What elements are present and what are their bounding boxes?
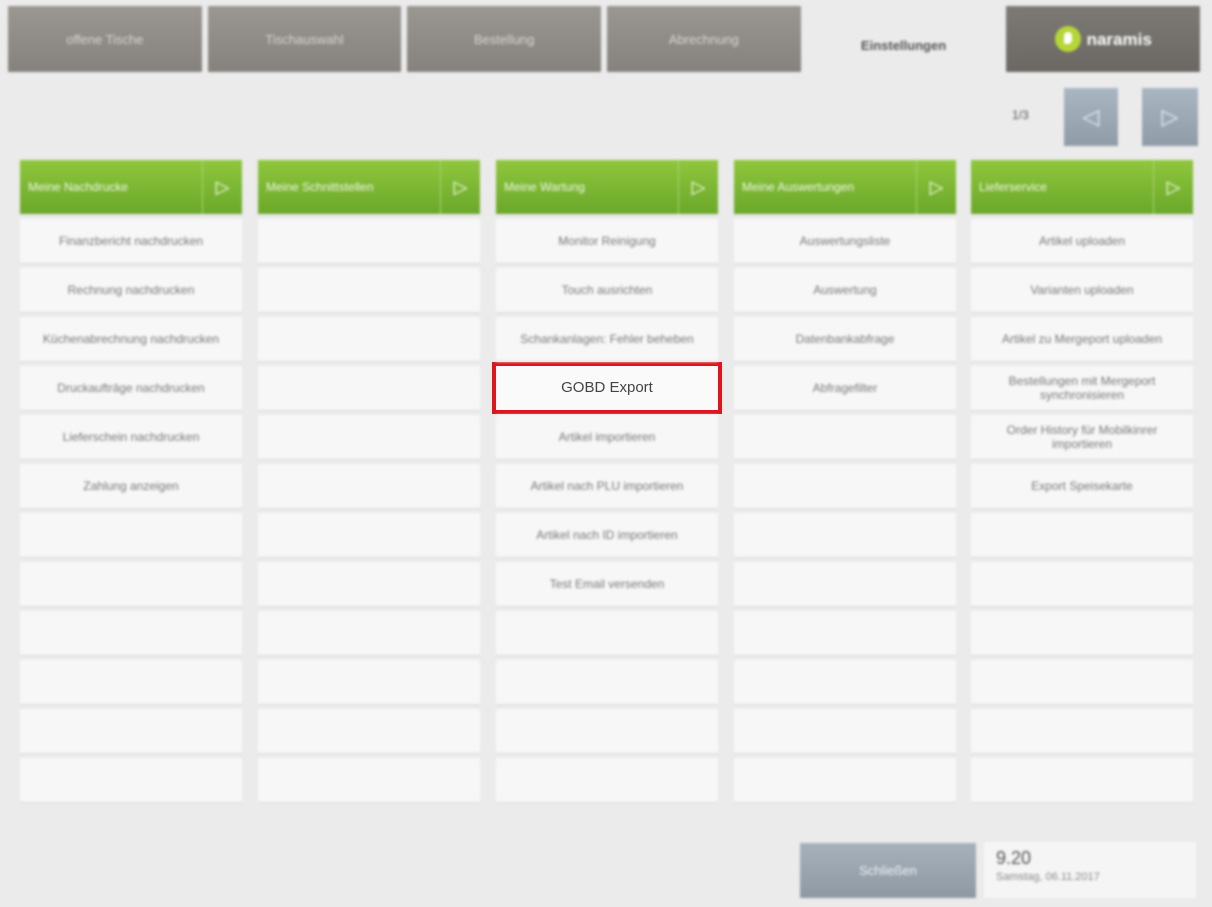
menu-item[interactable]: Datenbankabfrage [734, 317, 956, 361]
menu-item[interactable]: Artikel importieren [496, 415, 718, 459]
empty-menu-slot [971, 611, 1193, 655]
empty-menu-slot [496, 611, 718, 655]
tab-abrechnung[interactable]: Abrechnung [607, 6, 801, 72]
empty-menu-slot [258, 415, 480, 459]
column-header-label: Lieferservice [979, 180, 1048, 194]
empty-menu-slot [20, 709, 242, 753]
previous-page-button[interactable]: ◁ [1064, 88, 1118, 146]
empty-menu-slot [20, 513, 242, 557]
brand-logo-tab: naramis [1006, 6, 1201, 72]
menu-item[interactable]: Test Email versenden [496, 562, 718, 606]
empty-menu-slot [258, 464, 480, 508]
empty-menu-slot [734, 562, 956, 606]
naramis-logo-icon [1054, 26, 1081, 52]
menu-item[interactable]: Küchenabrechnung nachdrucken [20, 317, 242, 361]
empty-menu-slot [734, 758, 956, 802]
menu-item[interactable]: Finanzbericht nachdrucken [20, 219, 242, 263]
menu-item[interactable]: Schankanlagen: Fehler beheben [496, 317, 718, 361]
current-date: Samstag, 06.11.2017 [996, 871, 1100, 883]
empty-menu-slot [258, 317, 480, 361]
empty-menu-slot [20, 611, 242, 655]
tab-bestellung[interactable]: Bestellung [407, 6, 602, 72]
expand-arrow-icon[interactable]: ▷ [440, 160, 480, 214]
column-header-label: Meine Nachdrucke [28, 180, 129, 194]
version-info-box: 9.20 Samstag, 06.11.2017 [984, 842, 1196, 898]
empty-menu-slot [20, 660, 242, 704]
empty-menu-slot [971, 758, 1193, 802]
column-meine-wartung: Meine Wartung ▷ Monitor Reinigung Touch … [492, 160, 722, 802]
menu-item[interactable]: Abfragefilter [734, 366, 956, 410]
column-meine-auswertungen: Meine Auswertungen ▷ Auswertungsliste Au… [734, 160, 956, 802]
empty-menu-slot [496, 758, 718, 802]
empty-menu-slot [734, 464, 956, 508]
empty-menu-slot [971, 562, 1193, 606]
top-tab-bar: offene Tische Tischauswahl Bestellung Ab… [8, 6, 1201, 84]
empty-menu-slot [258, 366, 480, 410]
empty-menu-slot [971, 660, 1193, 704]
menu-item[interactable]: Zahlung anzeigen [20, 464, 242, 508]
triangle-left-icon: ◁ [1082, 104, 1100, 129]
gobd-export-button[interactable]: GOBD Export [492, 362, 722, 414]
menu-item[interactable]: Export Speisekarte [971, 464, 1193, 508]
empty-menu-slot [20, 562, 242, 606]
menu-item[interactable]: Touch ausrichten [496, 268, 718, 312]
brand-name: naramis [1086, 29, 1152, 49]
expand-arrow-icon[interactable]: ▷ [1153, 160, 1193, 214]
empty-menu-slot [258, 219, 480, 263]
close-button[interactable]: Schließen [800, 843, 976, 898]
empty-menu-slot [258, 709, 480, 753]
menu-item[interactable]: Varianten uploaden [971, 268, 1193, 312]
expand-arrow-icon[interactable]: ▷ [916, 160, 956, 214]
empty-menu-slot [734, 611, 956, 655]
triangle-right-icon: ▷ [1161, 104, 1179, 129]
menu-item[interactable]: Order History für Mobilkinrer importiere… [971, 415, 1193, 459]
empty-menu-slot [258, 660, 480, 704]
column-header-label: Meine Schnittstellen [266, 180, 374, 194]
column-header-label: Meine Wartung [504, 180, 585, 194]
empty-menu-slot [258, 611, 480, 655]
empty-menu-slot [20, 758, 242, 802]
empty-menu-slot [734, 660, 956, 704]
menu-item[interactable]: Lieferschein nachdrucken [20, 415, 242, 459]
expand-arrow-icon[interactable]: ▷ [678, 160, 718, 214]
tab-offene-tische[interactable]: offene Tische [8, 6, 202, 72]
column-meine-schnittstellen: Meine Schnittstellen ▷ [258, 160, 480, 802]
column-header[interactable]: Meine Nachdrucke ▷ [20, 160, 242, 214]
column-header[interactable]: Meine Auswertungen ▷ [734, 160, 956, 214]
menu-item[interactable]: Auswertung [734, 268, 956, 312]
column-meine-nachdrucke: Meine Nachdrucke ▷ Finanzbericht nachdru… [20, 160, 242, 802]
expand-arrow-icon[interactable]: ▷ [202, 160, 242, 214]
empty-menu-slot [258, 268, 480, 312]
menu-item[interactable]: Artikel nach ID importieren [496, 513, 718, 557]
empty-menu-slot [971, 709, 1193, 753]
menu-item[interactable]: Artikel zu Mergeport uploaden [971, 317, 1193, 361]
version-number: 9.20 [996, 848, 1032, 868]
column-header[interactable]: Lieferservice ▷ [971, 160, 1193, 214]
column-header[interactable]: Meine Schnittstellen ▷ [258, 160, 480, 214]
menu-item[interactable]: Monitor Reinigung [496, 219, 718, 263]
page-indicator: 1/3 [1012, 108, 1029, 122]
menu-item[interactable]: Rechnung nachdrucken [20, 268, 242, 312]
empty-menu-slot [971, 513, 1193, 557]
column-header[interactable]: Meine Wartung ▷ [496, 160, 718, 214]
menu-item[interactable]: Druckaufträge nachdrucken [20, 366, 242, 410]
tab-tischauswahl[interactable]: Tischauswahl [207, 6, 402, 72]
empty-menu-slot [258, 562, 480, 606]
empty-menu-slot [258, 513, 480, 557]
empty-menu-slot [496, 660, 718, 704]
empty-menu-slot [734, 513, 956, 557]
empty-menu-slot [496, 709, 718, 753]
column-lieferservice: Lieferservice ▷ Artikel uploaden Variant… [971, 160, 1193, 802]
menu-item[interactable]: Artikel nach PLU importieren [496, 464, 718, 508]
next-page-button[interactable]: ▷ [1142, 88, 1198, 146]
menu-item[interactable]: Artikel uploaden [971, 219, 1193, 263]
tab-einstellungen[interactable]: Einstellungen [806, 6, 1001, 84]
column-header-label: Meine Auswertungen [742, 180, 855, 194]
menu-item[interactable]: Auswertungsliste [734, 219, 956, 263]
empty-menu-slot [734, 415, 956, 459]
empty-menu-slot [734, 709, 956, 753]
menu-item[interactable]: Bestellungen mit Mergeport synchronisier… [971, 366, 1193, 410]
empty-menu-slot [258, 758, 480, 802]
